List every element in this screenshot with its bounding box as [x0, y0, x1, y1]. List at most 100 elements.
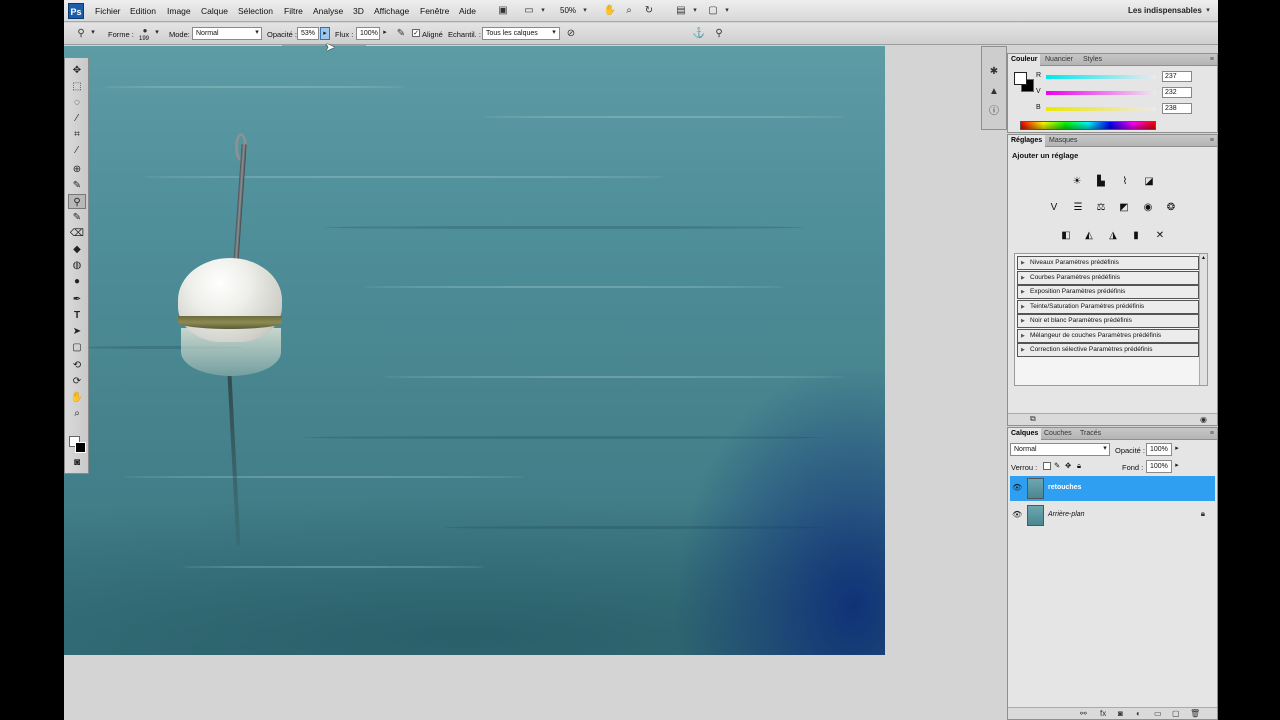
red-slider[interactable] — [1046, 75, 1156, 79]
move-tool-icon[interactable]: ✥ — [68, 63, 86, 78]
foreground-color-swatch[interactable] — [75, 442, 86, 453]
new-layer-icon[interactable]: ▢ — [1172, 709, 1180, 718]
chevron-down-icon[interactable]: ▾ — [88, 27, 98, 40]
screen-mode-icon[interactable]: ▢ — [706, 4, 720, 17]
green-value[interactable]: 232 — [1162, 87, 1192, 98]
eraser-tool-icon[interactable]: ⌫ — [68, 226, 86, 241]
bridge-icon[interactable]: ▣ — [496, 4, 510, 17]
posterize-icon[interactable]: ◭ — [1081, 229, 1097, 243]
layer-opacity-slider-toggle[interactable]: ▸ — [1172, 443, 1182, 456]
type-tool-icon[interactable]: T — [68, 308, 86, 323]
panel-menu-icon[interactable]: ≡ — [1210, 135, 1214, 147]
gradient-map-icon[interactable]: ▮ — [1128, 229, 1144, 243]
flux-input[interactable]: 100% — [356, 27, 380, 40]
photo-filter-icon[interactable]: ◉ — [1140, 201, 1156, 215]
flux-slider-toggle[interactable]: ▸ — [380, 27, 390, 40]
chevron-down-icon[interactable]: ▾ — [152, 27, 162, 40]
eye-icon[interactable]: ◉ — [1200, 415, 1207, 424]
blue-value[interactable]: 238 — [1162, 103, 1192, 114]
chevron-down-icon[interactable]: ▾ — [688, 4, 702, 17]
layer-row-arriere-plan[interactable]: 👁︎ Arrière-plan 🔒︎ — [1010, 503, 1215, 528]
paint-bucket-tool-icon[interactable]: ◆ — [68, 242, 86, 257]
eyedropper-tool-icon[interactable]: ⁄ — [68, 143, 86, 158]
view-extras-icon[interactable]: ▭ — [522, 4, 536, 17]
panel-menu-icon[interactable]: ≡ — [1210, 54, 1214, 66]
threshold-icon[interactable]: ◮ — [1105, 229, 1121, 243]
trash-icon[interactable]: 🗑︎ — [1190, 709, 1200, 718]
lock-all-icon[interactable]: 🔒︎ — [1077, 461, 1081, 471]
hue-saturation-icon[interactable]: ☰ — [1070, 201, 1086, 215]
color-spectrum[interactable] — [1020, 121, 1156, 130]
crop-tool-icon[interactable]: ⌗ — [68, 127, 86, 142]
exposure-icon[interactable]: ◪ — [1141, 175, 1157, 189]
layer-opacity-input[interactable]: 100% — [1146, 443, 1172, 456]
healing-tool-icon[interactable]: ⊕ — [68, 162, 86, 177]
color-balance-icon[interactable]: ⚖ — [1093, 201, 1109, 215]
tab-masques[interactable]: Masques — [1046, 135, 1080, 147]
chevron-down-icon[interactable]: ▾ — [536, 4, 550, 17]
3d-orbit-tool-icon[interactable]: ⟳ — [68, 374, 86, 389]
brightness-contrast-icon[interactable]: ☀ — [1069, 175, 1085, 189]
eye-icon[interactable]: 👁︎ — [1012, 510, 1022, 519]
layer-row-retouches[interactable]: 👁︎ retouches — [1010, 476, 1215, 501]
workspace-switcher[interactable]: Les indispensables — [1128, 6, 1202, 15]
menu-filtre[interactable]: Filtre — [284, 6, 303, 16]
history-brush-tool-icon[interactable]: ✎ — [68, 210, 86, 225]
foreground-color-swatch[interactable] — [1014, 72, 1027, 85]
red-value[interactable]: 237 — [1162, 71, 1192, 82]
path-selection-tool-icon[interactable]: ➤ — [68, 324, 86, 339]
document-canvas[interactable] — [64, 46, 885, 655]
lock-pixels-icon[interactable]: ✎ — [1054, 461, 1060, 470]
pressure-icon[interactable]: ⚲ — [712, 27, 726, 41]
tab-reglages[interactable]: Réglages — [1008, 135, 1046, 147]
tab-traces[interactable]: Tracés — [1077, 428, 1104, 440]
blend-mode-select[interactable]: Normal — [1010, 443, 1110, 456]
menu-selection[interactable]: Sélection — [238, 6, 273, 16]
hand-tool-icon[interactable]: ✋ — [68, 390, 86, 405]
tab-styles[interactable]: Styles — [1080, 54, 1105, 66]
green-slider[interactable] — [1046, 91, 1156, 95]
menu-3d[interactable]: 3D — [353, 6, 364, 16]
tab-calques[interactable]: Calques — [1008, 428, 1042, 440]
hand-tool-icon[interactable]: ✋ — [603, 4, 617, 17]
preset-exposure[interactable]: Exposition Paramètres prédéfinis — [1017, 285, 1199, 299]
presets-scrollbar[interactable]: ▴ — [1199, 254, 1207, 385]
aligned-checkbox[interactable]: ✓ — [412, 29, 420, 37]
tab-couches[interactable]: Couches — [1041, 428, 1075, 440]
brush-tool-icon[interactable]: ✎ — [68, 178, 86, 193]
black-white-icon[interactable]: ◩ — [1116, 201, 1132, 215]
lock-transparency-checkbox[interactable] — [1043, 462, 1051, 470]
marquee-tool-icon[interactable]: ⬚ — [68, 79, 86, 94]
menu-analyse[interactable]: Analyse — [313, 6, 343, 16]
preset-hue-saturation[interactable]: Teinte/Saturation Paramètres prédéfinis — [1017, 300, 1199, 314]
arrange-documents-icon[interactable]: ▤ — [674, 4, 688, 17]
lasso-tool-icon[interactable]: ◌ — [68, 95, 86, 110]
panel-menu-icon[interactable]: ≡ — [1210, 428, 1214, 440]
opacity-slider-toggle[interactable]: ▸ — [320, 27, 330, 40]
menu-image[interactable]: Image — [167, 6, 191, 16]
preset-channel-mixer[interactable]: Mélangeur de couches Paramètres prédéfin… — [1017, 329, 1199, 343]
curves-icon[interactable]: ⌇ — [1117, 175, 1133, 189]
zoom-level[interactable]: 50% — [560, 6, 576, 15]
blue-slider[interactable] — [1046, 107, 1156, 111]
link-layers-icon[interactable]: ⚯ — [1080, 709, 1087, 718]
shape-tool-icon[interactable]: ▢ — [68, 340, 86, 355]
fill-input[interactable]: 100% — [1146, 460, 1172, 473]
opacity-input[interactable]: 53% — [297, 27, 319, 40]
zoom-tool-icon[interactable]: ⌕ — [622, 4, 636, 17]
brush-presets-icon[interactable]: ✱ — [987, 65, 1001, 79]
menu-fenetre[interactable]: Fenêtre — [420, 6, 449, 16]
quick-mask-icon[interactable]: ◙ — [68, 455, 86, 470]
invert-icon[interactable]: ◧ — [1058, 229, 1074, 243]
rotate-view-icon[interactable]: ↻ — [642, 4, 656, 17]
clone-source-icon[interactable]: ⚓ — [692, 27, 706, 41]
chevron-down-icon[interactable]: ▾ — [578, 4, 592, 17]
clone-stamp-tool-icon[interactable]: ⚲ — [68, 194, 86, 209]
selective-color-icon[interactable]: ✕ — [1152, 229, 1168, 243]
new-group-icon[interactable]: ▭ — [1154, 709, 1162, 718]
chevron-down-icon[interactable]: ▾ — [252, 27, 262, 40]
fill-slider-toggle[interactable]: ▸ — [1172, 460, 1182, 473]
blur-tool-icon[interactable]: ◍ — [68, 258, 86, 273]
layer-style-icon[interactable]: fx — [1100, 709, 1106, 718]
vibrance-icon[interactable]: V — [1046, 201, 1062, 215]
